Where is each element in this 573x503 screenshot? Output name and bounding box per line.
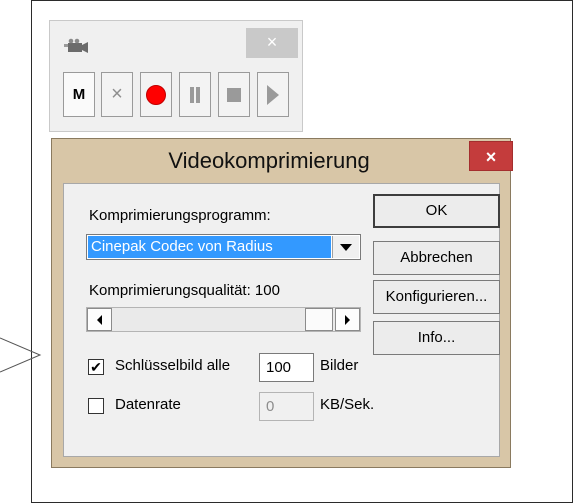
dialog-close-button[interactable]: × <box>469 141 513 171</box>
arrow-left-icon <box>97 314 102 325</box>
configure-button[interactable]: Konfigurieren... <box>373 280 500 314</box>
checkmark-icon: ✔ <box>90 359 102 375</box>
keyframe-checkbox[interactable]: ✔ <box>88 359 104 375</box>
quality-scroll-right-button[interactable] <box>335 308 360 331</box>
stop-icon <box>227 87 241 102</box>
quality-slider-thumb[interactable] <box>305 308 333 331</box>
dialog-title: Videokomprimierung <box>168 148 370 173</box>
arrow-right-icon <box>345 314 350 325</box>
record-icon <box>146 84 166 105</box>
stop-button[interactable] <box>218 72 250 117</box>
close-icon: × <box>485 147 497 167</box>
pause-icon <box>190 86 200 103</box>
quality-scroll-left-button[interactable] <box>87 308 112 331</box>
datarate-input[interactable]: 0 <box>259 392 314 421</box>
quality-label: Komprimierungsqualität: 100 <box>89 282 280 299</box>
play-icon <box>267 84 279 105</box>
codec-dropdown-button[interactable] <box>332 236 359 258</box>
pause-button[interactable] <box>179 72 211 117</box>
close-icon: × <box>266 32 278 52</box>
datarate-unit-label: KB/Sek. <box>320 396 375 413</box>
toolbar-close-button[interactable]: × <box>246 28 298 58</box>
compression-program-label: Komprimierungsprogramm: <box>89 207 271 224</box>
datarate-checkbox[interactable] <box>88 398 104 414</box>
cancel-button[interactable]: Abbrechen <box>373 241 500 275</box>
chevron-down-icon <box>340 243 352 251</box>
cancel-icon: × <box>111 83 123 105</box>
codec-selected-value[interactable]: Cinepak Codec von Radius <box>88 236 331 258</box>
keyframe-label: Schlüsselbild alle <box>115 357 231 374</box>
video-camera-icon <box>64 38 88 53</box>
mode-button-label: M <box>72 86 86 103</box>
keyframe-interval-input[interactable]: 100 <box>259 353 314 382</box>
datarate-label: Datenrate <box>115 396 181 413</box>
record-button[interactable] <box>140 72 172 117</box>
keyframe-unit-label: Bilder <box>320 357 359 374</box>
cancel-recording-button[interactable]: × <box>101 72 133 117</box>
mode-button[interactable]: M <box>63 72 95 117</box>
ok-button[interactable]: OK <box>373 194 500 228</box>
play-button[interactable] <box>257 72 289 117</box>
info-button[interactable]: Info... <box>373 321 500 355</box>
